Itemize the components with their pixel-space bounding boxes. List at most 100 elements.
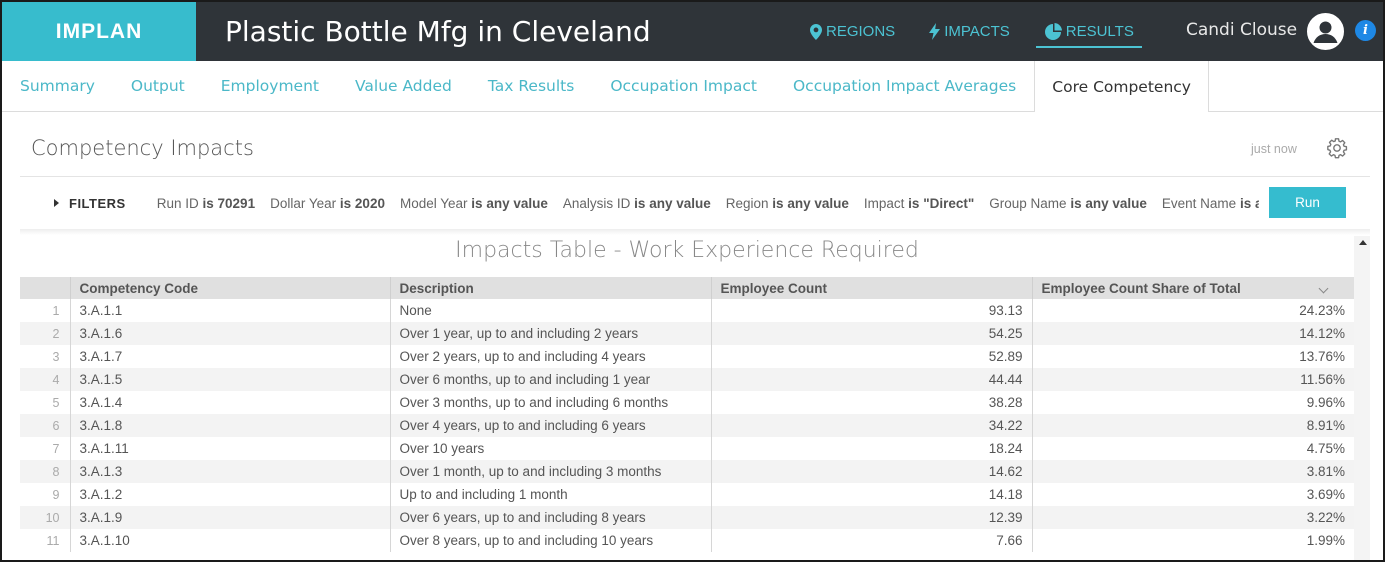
row-number: 6	[20, 414, 70, 437]
table-row[interactable]: 7 3.A.1.11 Over 10 years 18.24 4.75%	[20, 437, 1354, 460]
tab-value-added[interactable]: Value Added	[337, 61, 470, 111]
employee-share-cell: 9.96%	[1031, 391, 1354, 414]
panel-title: Competency Impacts	[31, 136, 254, 160]
filter-event-name[interactable]: Event Name is a	[1162, 196, 1259, 211]
table-row[interactable]: 2 3.A.1.6 Over 1 year, up to and including…	[20, 322, 1354, 345]
lightning-icon	[929, 23, 941, 40]
row-number: 1	[20, 299, 70, 322]
employee-count-cell: 52.89	[710, 345, 1032, 368]
tab-employment[interactable]: Employment	[203, 61, 337, 111]
competency-code-cell: 3.A.1.8	[69, 414, 390, 437]
results-tabs: Summary Output Employment Value Added Ta…	[2, 61, 1383, 112]
row-number: 10	[20, 506, 70, 529]
implan-logo[interactable]: IMPLAN	[2, 2, 196, 61]
row-number: 7	[20, 437, 70, 460]
competency-code-cell: 3.A.1.3	[69, 460, 390, 483]
run-button[interactable]: Run	[1269, 187, 1346, 218]
gear-icon[interactable]	[1326, 137, 1348, 159]
competency-code-cell: 3.A.1.4	[69, 391, 390, 414]
employee-count-cell: 34.22	[710, 414, 1032, 437]
tab-output[interactable]: Output	[113, 61, 203, 111]
employee-count-cell: 93.13	[710, 299, 1032, 322]
info-icon[interactable]: i	[1355, 20, 1376, 41]
user-name[interactable]: Candi Clouse	[1186, 20, 1297, 40]
competency-code-cell: 3.A.1.6	[69, 322, 390, 345]
employee-count-cell: 14.62	[710, 460, 1032, 483]
main-nav: REGIONS IMPACTS RESULTS	[810, 2, 1168, 61]
table-row[interactable]: 4 3.A.1.5 Over 6 months, up to and includi…	[20, 368, 1354, 391]
filter-model-year[interactable]: Model Year is any value	[400, 196, 548, 211]
description-cell: Over 10 years	[389, 437, 711, 460]
employee-count-cell: 38.28	[710, 391, 1032, 414]
column-header-competency-code[interactable]: Competency Code	[69, 277, 390, 299]
nav-regions-label: REGIONS	[826, 23, 896, 40]
nav-impacts-label: IMPACTS	[944, 23, 1010, 40]
tab-summary[interactable]: Summary	[2, 61, 113, 111]
filter-dollar-year[interactable]: Dollar Year is 2020	[270, 196, 385, 211]
top-bar: IMPLAN Plastic Bottle Mfg in Cleveland R…	[2, 2, 1383, 61]
app-window: IMPLAN Plastic Bottle Mfg in Cleveland R…	[0, 0, 1385, 562]
table-row[interactable]: 6 3.A.1.8 Over 4 years, up to and includin…	[20, 414, 1354, 437]
tab-occupation-impact-averages[interactable]: Occupation Impact Averages	[775, 61, 1034, 111]
employee-share-cell: 14.12%	[1031, 322, 1354, 345]
description-cell: Over 1 month, up to and including 3 mont…	[389, 460, 711, 483]
competency-code-cell: 3.A.1.1	[69, 299, 390, 322]
row-number: 4	[20, 368, 70, 391]
tab-tax-results[interactable]: Tax Results	[470, 61, 592, 111]
filters-label: FILTERS	[69, 195, 126, 211]
row-number: 5	[20, 391, 70, 414]
competency-code-cell: 3.A.1.2	[69, 483, 390, 506]
filter-run-id[interactable]: Run ID is 70291	[157, 196, 255, 211]
filter-impact[interactable]: Impact is "Direct"	[864, 196, 974, 211]
description-cell: Over 6 months, up to and including 1 yea…	[389, 368, 711, 391]
employee-share-cell: 8.91%	[1031, 414, 1354, 437]
vertical-scrollbar[interactable]	[1354, 236, 1370, 560]
caret-right-icon	[54, 199, 59, 207]
filters-toggle[interactable]: FILTERS	[54, 196, 126, 211]
description-cell: Over 8 years, up to and including 10 yea…	[389, 529, 711, 552]
filter-analysis-id[interactable]: Analysis ID is any value	[563, 196, 711, 211]
employee-share-cell: 3.22%	[1031, 506, 1354, 529]
scroll-up-arrow-icon[interactable]	[1359, 240, 1367, 245]
impacts-table: Competency Code Description Employee Cou…	[20, 277, 1354, 552]
row-number: 2	[20, 322, 70, 345]
employee-count-cell: 12.39	[710, 506, 1032, 529]
description-cell: Over 3 months, up to and including 6 mon…	[389, 391, 711, 414]
nav-impacts[interactable]: IMPACTS	[929, 2, 1010, 61]
description-cell: Over 4 years, up to and including 6 year…	[389, 414, 711, 437]
table-row[interactable]: 9 3.A.1.2 Up to and including 1 month 14.18…	[20, 483, 1354, 506]
tab-core-competency[interactable]: Core Competency	[1034, 61, 1209, 112]
column-header-employee-count-share[interactable]: Employee Count Share of Total	[1031, 277, 1354, 299]
project-title: Plastic Bottle Mfg in Cleveland	[225, 15, 651, 48]
table-row[interactable]: 5 3.A.1.4 Over 3 months, up to and includi…	[20, 391, 1354, 414]
description-cell: Over 6 years, up to and including 8 year…	[389, 506, 711, 529]
row-number-header	[20, 277, 70, 299]
competency-code-cell: 3.A.1.7	[69, 345, 390, 368]
table-row[interactable]: 1 3.A.1.1 None 93.13 24.23%	[20, 299, 1354, 322]
table-row[interactable]: 10 3.A.1.9 Over 6 years, up to and includi…	[20, 506, 1354, 529]
description-cell: Up to and including 1 month	[389, 483, 711, 506]
table-row[interactable]: 11 3.A.1.10 Over 8 years, up to and includ…	[20, 529, 1354, 552]
column-header-description[interactable]: Description	[389, 277, 711, 299]
nav-results[interactable]: RESULTS	[1035, 2, 1142, 61]
competency-code-cell: 3.A.1.11	[69, 437, 390, 460]
tab-occupation-impact[interactable]: Occupation Impact	[592, 61, 775, 111]
map-pin-icon	[810, 23, 822, 40]
table-row[interactable]: 8 3.A.1.3 Over 1 month, up to and includin…	[20, 460, 1354, 483]
filter-region[interactable]: Region is any value	[726, 196, 849, 211]
filter-group-name[interactable]: Group Name is any value	[989, 196, 1147, 211]
description-cell: Over 2 years, up to and including 4 year…	[389, 345, 711, 368]
table-row[interactable]: 3 3.A.1.7 Over 2 years, up to and includin…	[20, 345, 1354, 368]
competency-code-cell: 3.A.1.10	[69, 529, 390, 552]
sort-descending-icon[interactable]	[1318, 283, 1329, 293]
nav-regions[interactable]: REGIONS	[810, 2, 895, 61]
last-updated: just now	[1251, 142, 1297, 156]
filter-summary[interactable]: Run ID is 70291 Dollar Year is 2020 Mode…	[157, 196, 1259, 211]
description-cell: None	[389, 299, 711, 322]
user-avatar-icon[interactable]	[1307, 13, 1344, 50]
column-header-employee-count[interactable]: Employee Count	[710, 277, 1032, 299]
description-cell: Over 1 year, up to and including 2 years	[389, 322, 711, 345]
row-number: 8	[20, 460, 70, 483]
employee-count-cell: 44.44	[710, 368, 1032, 391]
nav-results-label: RESULTS	[1065, 23, 1134, 40]
